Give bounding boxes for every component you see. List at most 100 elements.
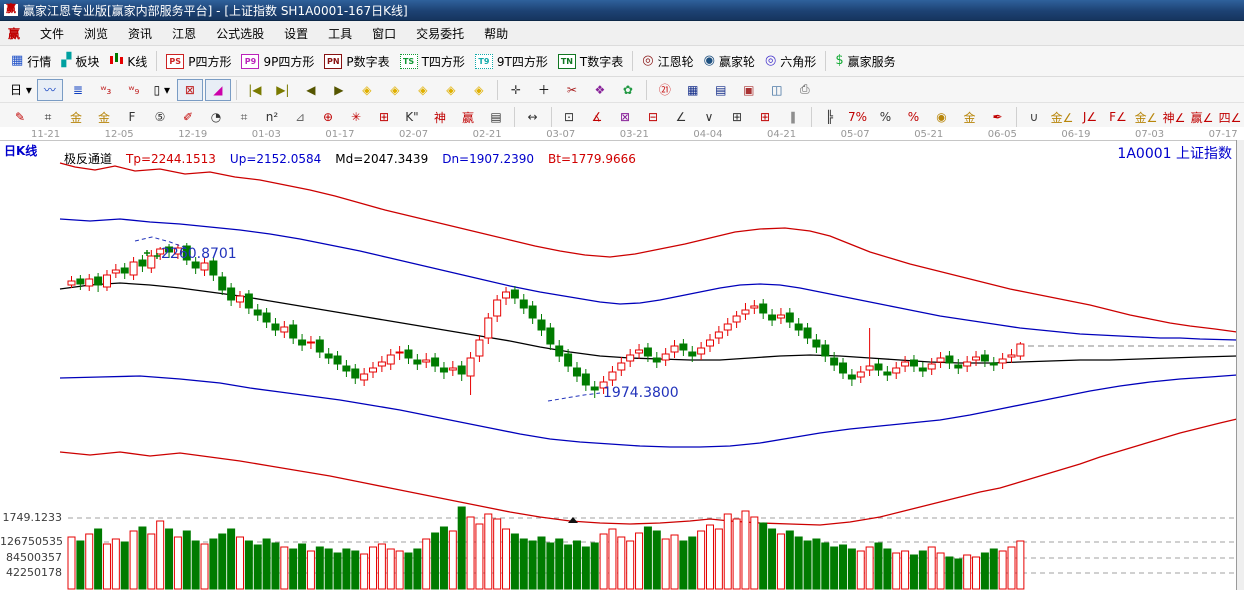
right-scroll-strip[interactable]: [1236, 140, 1244, 590]
nav-first-icon[interactable]: |◀: [242, 79, 268, 101]
ying-angle-icon[interactable]: 赢∠: [1189, 106, 1215, 128]
toolbar-item-9p-square[interactable]: P9 9P四方形: [241, 53, 314, 70]
zoom-pattern-icon[interactable]: 〰: [36, 78, 63, 101]
circle-cross-red-icon[interactable]: ⊕: [315, 106, 341, 128]
chart-area[interactable]: 日K线 极反通道 Tp=2244.1513 Up=2152.0584 Md=2047.…: [0, 127, 1244, 590]
volume-profile-icon[interactable]: ◢: [204, 78, 231, 101]
grid-black-icon[interactable]: ⊞: [724, 106, 750, 128]
toolbar-item-kline[interactable]: K线: [109, 52, 147, 70]
k-quote-icon[interactable]: K": [399, 106, 425, 128]
ying-grid-icon[interactable]: 赢: [455, 106, 481, 128]
menu-item-工具[interactable]: 工具: [318, 22, 362, 45]
star-red-icon[interactable]: ✳: [343, 106, 369, 128]
n2-grid-icon[interactable]: n²: [259, 106, 285, 128]
angle-lines-icon[interactable]: ∠: [668, 106, 694, 128]
menu-item-江恩[interactable]: 江恩: [162, 22, 206, 45]
grid-arrow-icon[interactable]: ⊞: [752, 106, 778, 128]
four-angle-icon[interactable]: 四∠: [1217, 106, 1243, 128]
menu-item-浏览[interactable]: 浏览: [74, 22, 118, 45]
frame-tool-icon[interactable]: ⊡: [556, 106, 582, 128]
menu-item-资讯[interactable]: 资讯: [118, 22, 162, 45]
gold-circle-icon[interactable]: ◉: [929, 106, 955, 128]
gold-line-icon[interactable]: 金: [957, 106, 983, 128]
pen-gold-icon[interactable]: ✒: [985, 106, 1011, 128]
zigzag-icon[interactable]: ∨: [696, 106, 722, 128]
kline-chart-canvas[interactable]: [0, 127, 1244, 590]
candle-style-icon[interactable]: ▯ ▾: [149, 79, 175, 101]
toolbar-item-hexagon[interactable]: ◎ 六角形: [765, 53, 816, 70]
crosshair-icon[interactable]: ＋: [531, 79, 557, 101]
gold-angle-1-icon[interactable]: 金∠: [1049, 106, 1075, 128]
five-grid-icon[interactable]: ⑤: [147, 106, 173, 128]
toolbar-item-t-table[interactable]: TN T数字表: [557, 53, 623, 70]
calendar-21-icon[interactable]: ㉑: [652, 79, 678, 101]
toolbar-item-p-square[interactable]: PS P四方形: [166, 53, 231, 70]
f-grid-icon[interactable]: F: [119, 106, 145, 128]
menu-item-交易委托[interactable]: 交易委托: [406, 22, 474, 45]
f-angle-icon[interactable]: F∠: [1105, 106, 1131, 128]
brush-red-icon[interactable]: ✎: [7, 106, 33, 128]
toolbar-item-winner-wheel[interactable]: ◉ 赢家轮: [704, 53, 755, 70]
percent-bar-icon[interactable]: %: [901, 106, 927, 128]
toolbar-item-sectors[interactable]: ▞ 板块: [61, 53, 99, 70]
width-resize-icon[interactable]: ↔: [520, 106, 546, 128]
diamond-cross-icon[interactable]: ◈: [466, 79, 492, 101]
cup-tool-icon[interactable]: ∪: [1021, 106, 1047, 128]
gold-grid-2-icon[interactable]: 金: [91, 106, 117, 128]
date-axis-label: 06-05: [987, 129, 1017, 140]
percent-line-icon[interactable]: 7%: [845, 106, 871, 128]
j-angle-icon[interactable]: J∠: [1077, 106, 1103, 128]
brush-grid-icon[interactable]: ✐: [175, 106, 201, 128]
shen-angle-icon[interactable]: 神∠: [1161, 106, 1187, 128]
price-histogram-icon[interactable]: ╠: [817, 106, 843, 128]
print-icon[interactable]: ⎙: [792, 79, 818, 101]
diamond-expand-icon[interactable]: ◈: [410, 79, 436, 101]
gann-fan-red-icon[interactable]: ∡: [584, 106, 610, 128]
diamond-left-icon[interactable]: ◈: [354, 79, 380, 101]
tick-line-icon[interactable]: ⌗: [231, 106, 257, 128]
gann-grid-red-icon[interactable]: ⊟: [640, 106, 666, 128]
percent-icon[interactable]: %: [873, 106, 899, 128]
wave-9-icon[interactable]: ʷ₉: [121, 79, 147, 101]
diamond-right-icon[interactable]: ◈: [382, 79, 408, 101]
parallel-lines-icon[interactable]: ∥: [780, 106, 806, 128]
ruler-grid-icon[interactable]: ▤: [483, 106, 509, 128]
nav-next-icon[interactable]: ▶: [326, 79, 352, 101]
period-selector-icon[interactable]: 日 ▾: [7, 79, 35, 101]
measure-icon[interactable]: ✂: [559, 79, 585, 101]
toolbar-item-label: 赢家轮: [718, 54, 755, 69]
pattern-red-icon[interactable]: ⊠: [176, 78, 203, 101]
menu-item-公式选股[interactable]: 公式选股: [206, 22, 274, 45]
info-list-icon[interactable]: ≣: [65, 79, 91, 101]
nav-prev-icon[interactable]: ◀: [298, 79, 324, 101]
boxed-grid-red-icon[interactable]: ⊞: [371, 106, 397, 128]
legend-item: Bt=1779.9666: [548, 152, 636, 166]
toolbar-item-winner-service[interactable]: $ 赢家服务: [835, 53, 895, 70]
gann-tool-purple-icon[interactable]: ❖: [587, 79, 613, 101]
gold-angle-2-icon[interactable]: 金∠: [1133, 106, 1159, 128]
network-icon[interactable]: ◫: [764, 79, 790, 101]
pan-hand-icon[interactable]: ✛: [503, 79, 529, 101]
clock-grid-icon[interactable]: ◔: [203, 106, 229, 128]
gold-grid-1-icon[interactable]: 金: [63, 106, 89, 128]
menu-item-文件[interactable]: 文件: [30, 22, 74, 45]
toolbar-item-9t-square[interactable]: T9 9T四方形: [474, 53, 548, 70]
save-disk-icon[interactable]: ▣: [736, 79, 762, 101]
gann-box-purple-icon[interactable]: ⊠: [612, 106, 638, 128]
gann-tool-green-icon[interactable]: ✿: [615, 79, 641, 101]
toolbar-item-gann-wheel[interactable]: ◎ 江恩轮: [642, 53, 693, 70]
calculator-icon[interactable]: ▦: [680, 79, 706, 101]
angle-mirror-icon[interactable]: ⊿: [287, 106, 313, 128]
toolbar-item-t-square[interactable]: TS T四方形: [399, 53, 465, 70]
shen-grid-icon[interactable]: 神: [427, 106, 453, 128]
diamond-compress-icon[interactable]: ◈: [438, 79, 464, 101]
wave-3-icon[interactable]: ʷ₃: [93, 79, 119, 101]
notepad-icon[interactable]: ▤: [708, 79, 734, 101]
menu-item-设置[interactable]: 设置: [274, 22, 318, 45]
toolbar-item-quotes[interactable]: ▦ 行情: [11, 53, 51, 70]
menu-item-帮助[interactable]: 帮助: [474, 22, 518, 45]
menu-item-窗口[interactable]: 窗口: [362, 22, 406, 45]
nav-last-icon[interactable]: ▶|: [270, 79, 296, 101]
tick-grid-icon[interactable]: ⌗: [35, 106, 61, 128]
toolbar-item-p-table[interactable]: PN P数字表: [324, 53, 390, 70]
